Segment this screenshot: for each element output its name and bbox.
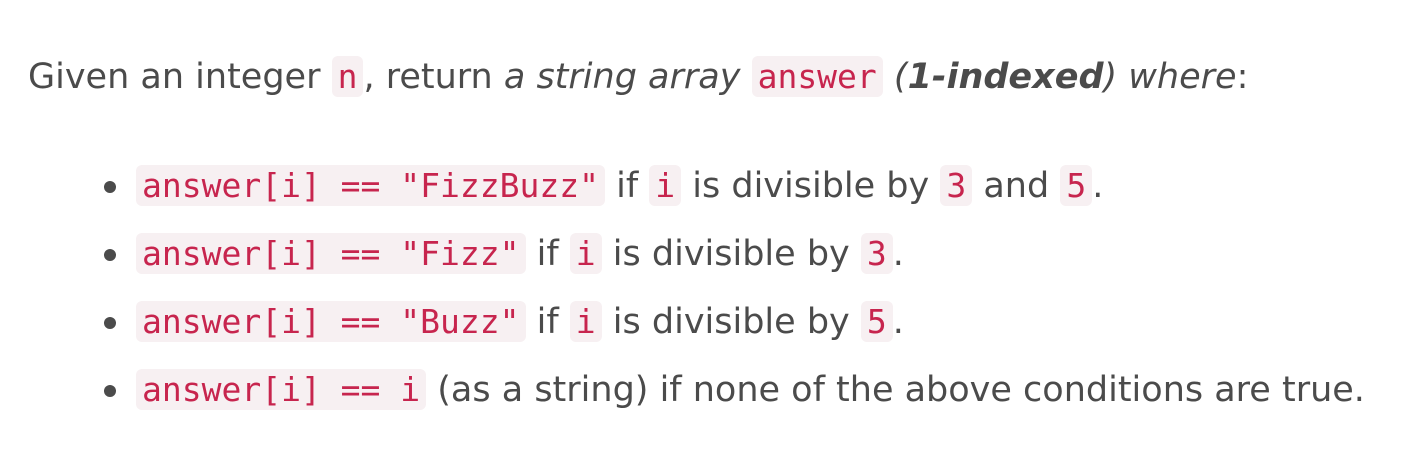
code-divisor-a: 5	[860, 301, 893, 342]
list-item: answer[i] == "Fizz" if i is divisible by…	[96, 220, 1365, 288]
intro-where: ) where	[1103, 57, 1237, 97]
list-item: answer[i] == i (as a string) if none of …	[96, 356, 1365, 424]
code-i: i	[569, 301, 602, 342]
intro-colon: :	[1236, 57, 1249, 97]
condition-if: if	[604, 166, 650, 206]
condition-code: answer[i] == "Buzz"	[136, 301, 526, 342]
intro-space	[740, 57, 751, 97]
condition-divisible: is divisible by	[601, 234, 861, 274]
bullet-icon	[104, 181, 116, 193]
problem-description: Given an integer n, return a string arra…	[0, 0, 1405, 465]
code-divisor-a: 3	[940, 165, 973, 206]
bullet-icon	[104, 249, 116, 261]
code-i: i	[649, 165, 682, 206]
condition-if: if	[525, 302, 570, 342]
code-divisor-b: 5	[1060, 165, 1093, 206]
intro-text-return: , return	[363, 57, 504, 97]
list-item: answer[i] == "Buzz" if i is divisible by…	[96, 288, 1365, 356]
intro-one-indexed: 1-indexed	[907, 57, 1104, 97]
bullet-icon	[104, 385, 116, 397]
condition-period: .	[1092, 166, 1104, 206]
condition-code: answer[i] == i	[136, 369, 427, 410]
condition-divisible: is divisible by	[681, 166, 941, 206]
list-item: answer[i] == "FizzBuzz" if i is divisibl…	[96, 152, 1365, 220]
condition-period: .	[892, 234, 904, 274]
intro-text-given: Given an integer	[28, 57, 332, 97]
bullet-icon	[104, 317, 116, 329]
condition-if: if	[525, 234, 570, 274]
condition-period: .	[892, 302, 904, 342]
intro-open-paren: (	[882, 57, 908, 97]
condition-divisible: is divisible by	[601, 302, 861, 342]
code-divisor-a: 3	[860, 233, 893, 274]
code-answer: answer	[751, 56, 883, 97]
intro-string-array: a string array	[503, 57, 741, 97]
condition-and: and	[972, 166, 1061, 206]
condition-rest: (as a string) if none of the above condi…	[426, 370, 1365, 410]
conditions-list: answer[i] == "FizzBuzz" if i is divisibl…	[96, 152, 1365, 424]
code-i: i	[569, 233, 602, 274]
condition-code: answer[i] == "FizzBuzz"	[136, 165, 605, 206]
code-n: n	[331, 56, 364, 97]
intro-paragraph: Given an integer n, return a string arra…	[28, 52, 1248, 102]
condition-code: answer[i] == "Fizz"	[136, 233, 526, 274]
